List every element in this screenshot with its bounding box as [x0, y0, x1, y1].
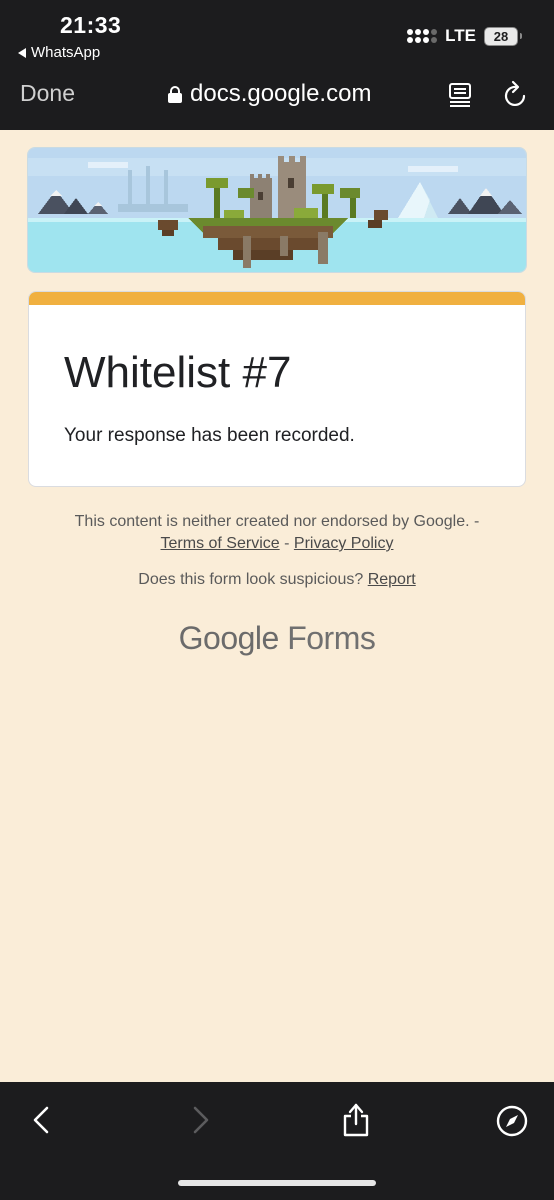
url-bar[interactable]: docs.google.com [168, 80, 371, 108]
battery-level: 28 [493, 28, 509, 44]
disclaimer-text: This content is neither created nor endo… [0, 511, 554, 555]
lock-icon [168, 85, 182, 103]
browser-top-chrome: 21:33 WhatsApp LTE 28 Done docs.google.c… [0, 0, 554, 130]
share-icon[interactable] [340, 1100, 372, 1138]
battery-icon: 28 [484, 26, 522, 46]
privacy-policy-link[interactable]: Privacy Policy [294, 535, 394, 552]
status-time: 21:33 [60, 12, 122, 38]
chevron-left-icon[interactable] [30, 1104, 54, 1136]
separator: - [284, 535, 290, 552]
terms-of-service-link[interactable]: Terms of Service [161, 535, 280, 552]
compass-icon[interactable] [495, 1104, 529, 1138]
url-text: docs.google.com [190, 80, 372, 107]
status-indicators: LTE 28 [407, 26, 522, 46]
confirmation-card: Whitelist #7 Your response has been reco… [28, 291, 526, 487]
reload-icon[interactable] [503, 80, 529, 108]
back-to-app-link[interactable]: WhatsApp [18, 44, 100, 61]
chevron-right-icon[interactable] [188, 1104, 212, 1136]
logo-google-text: Google [178, 620, 280, 656]
logo-forms-text: Forms [287, 620, 376, 656]
suspicious-text: Does this form look suspicious? [138, 571, 364, 588]
form-title: Whitelist #7 [64, 348, 292, 397]
done-button[interactable]: Done [20, 80, 75, 107]
signal-icon [407, 29, 438, 43]
network-type: LTE [445, 26, 476, 45]
report-link[interactable]: Report [368, 571, 416, 588]
confirmation-message: Your response has been recorded. [64, 425, 355, 446]
back-triangle-icon [18, 47, 26, 58]
disclaimer-line: This content is neither created nor endo… [74, 513, 480, 530]
suspicious-form-line: Does this form look suspicious? Report [0, 571, 554, 589]
home-indicator[interactable] [178, 1180, 376, 1186]
back-app-label: WhatsApp [31, 44, 101, 61]
form-header-image [27, 147, 527, 273]
card-accent-bar [29, 292, 525, 305]
google-forms-logo[interactable]: Google Forms [0, 620, 554, 657]
reader-icon[interactable] [448, 82, 472, 108]
